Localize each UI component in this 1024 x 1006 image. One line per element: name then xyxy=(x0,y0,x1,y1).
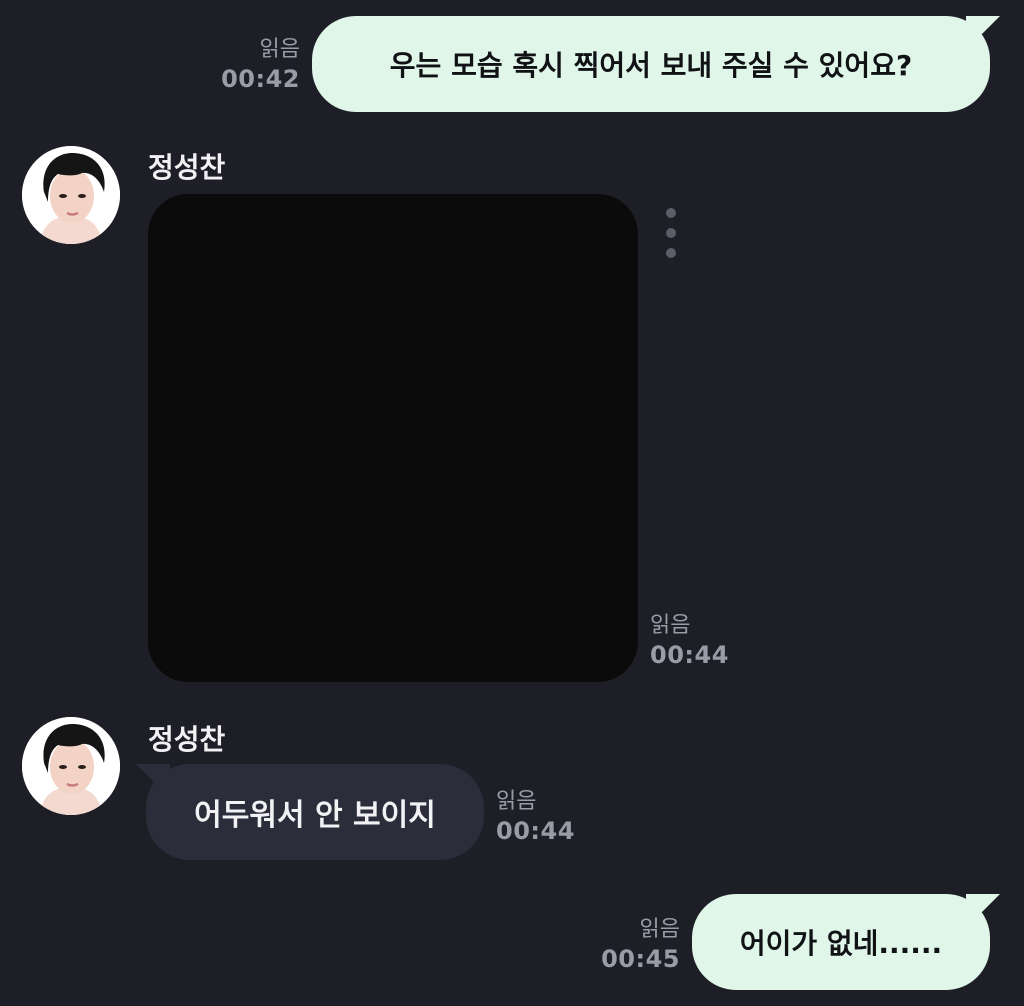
message-meta: 읽음 00:44 xyxy=(496,788,596,846)
read-receipt: 읽음 xyxy=(639,917,680,942)
avatar-image xyxy=(22,146,120,244)
read-receipt: 읽음 xyxy=(496,789,537,814)
read-receipt: 읽음 xyxy=(259,37,300,62)
bubble-tail xyxy=(136,764,170,798)
outgoing-message-bubble[interactable]: 어이가 없네...... xyxy=(692,894,1000,990)
dot xyxy=(666,228,676,238)
avatar-image xyxy=(22,717,120,815)
avatar[interactable] xyxy=(22,717,120,815)
sender-name: 정성찬 xyxy=(148,723,226,756)
read-receipt: 읽음 xyxy=(650,613,691,638)
sender-name: 정성찬 xyxy=(148,151,226,184)
dot xyxy=(666,208,676,218)
message-meta: 읽음 00:45 xyxy=(588,916,680,974)
bubble-tail xyxy=(966,16,1000,50)
dot xyxy=(666,248,676,258)
message-meta: 읽음 00:44 xyxy=(650,612,750,670)
message-text: 어두워서 안 보이지 xyxy=(194,798,436,833)
timestamp: 00:44 xyxy=(650,641,729,669)
avatar[interactable] xyxy=(22,146,120,244)
incoming-message-bubble[interactable]: 어두워서 안 보이지 xyxy=(136,764,484,860)
outgoing-message-bubble[interactable]: 우는 모습 혹시 찍어서 보내 주실 수 있어요? xyxy=(312,16,1000,112)
photo-message[interactable] xyxy=(148,194,638,682)
timestamp: 00:45 xyxy=(601,945,680,973)
message-meta: 읽음 00:42 xyxy=(208,36,300,94)
timestamp: 00:44 xyxy=(496,817,575,845)
message-text: 어이가 없네...... xyxy=(739,927,943,960)
chat-thread: 읽음 00:42 우는 모습 혹시 찍어서 보내 주실 수 있어요? 정성찬 읽… xyxy=(0,0,1024,1006)
message-text: 우는 모습 혹시 찍어서 보내 주실 수 있어요? xyxy=(389,49,913,82)
vertical-ellipsis-icon[interactable] xyxy=(661,208,681,258)
timestamp: 00:42 xyxy=(221,65,300,93)
bubble-tail xyxy=(966,894,1000,928)
